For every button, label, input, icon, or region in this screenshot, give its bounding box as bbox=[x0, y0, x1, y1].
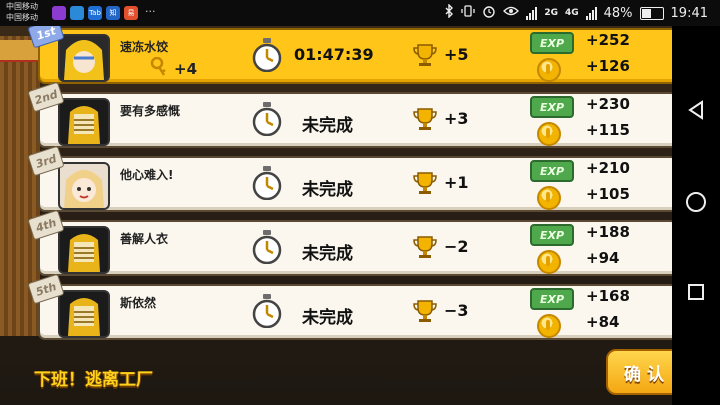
result-row: 3rd 他心难入! 未完成 +1 EXP +210 +105 bbox=[27, 145, 672, 212]
network-type-1: 2G bbox=[544, 7, 558, 18]
stopwatch-icon bbox=[252, 38, 282, 73]
trophy-icon bbox=[412, 106, 438, 132]
level-title: 下班！逃离工厂 bbox=[34, 370, 153, 390]
status-bar: 中国移动 中国移动 Tab 知 易 ··· 2G 4G 48% 19:41 bbox=[0, 0, 720, 26]
completion-status: 未完成 bbox=[302, 308, 353, 328]
exp-gain: +230 bbox=[586, 95, 630, 113]
player-name: 斯依然 bbox=[120, 296, 157, 310]
trophy-change: −3 bbox=[444, 301, 469, 320]
network-type-2: 4G bbox=[564, 7, 579, 18]
key-count: +4 bbox=[174, 60, 198, 78]
exp-badge: EXP bbox=[530, 288, 574, 310]
exp-gain: +168 bbox=[586, 287, 630, 305]
player-avatar bbox=[58, 34, 110, 82]
coin-icon bbox=[537, 314, 561, 338]
clear-time: 01:47:39 bbox=[294, 45, 374, 64]
trophy-icon bbox=[412, 170, 438, 196]
eye-icon bbox=[503, 5, 520, 21]
home-button[interactable] bbox=[684, 190, 708, 214]
signal-icon-1 bbox=[526, 6, 538, 20]
player-avatar bbox=[58, 162, 110, 210]
exp-badge: EXP bbox=[530, 96, 574, 118]
trophy-icon bbox=[412, 42, 438, 68]
exp-badge: EXP bbox=[530, 32, 574, 54]
app-icon-4: 知 bbox=[106, 6, 120, 20]
game-result-screen: 1st 速冻水饺 +4 01:47:39 +5 EXP +252 +126 2n… bbox=[0, 26, 672, 405]
coin-gain: +115 bbox=[586, 121, 630, 139]
coin-icon bbox=[537, 250, 561, 274]
carrier-1: 中国移动 bbox=[6, 2, 38, 11]
player-name: 他心难入! bbox=[120, 168, 174, 182]
carrier-2: 中国移动 bbox=[6, 13, 38, 22]
player-avatar bbox=[58, 290, 110, 338]
coin-gain: +105 bbox=[586, 185, 630, 203]
trophy-change: −2 bbox=[444, 237, 469, 256]
clock: 19:41 bbox=[670, 5, 708, 21]
exp-badge: EXP bbox=[530, 224, 574, 246]
notification-icons: Tab 知 易 ··· bbox=[52, 6, 156, 20]
stopwatch-icon bbox=[252, 294, 282, 329]
battery-icon bbox=[639, 6, 664, 20]
exp-gain: +252 bbox=[586, 31, 630, 49]
system-indicators: 2G 4G 48% 19:41 bbox=[444, 3, 708, 22]
coin-icon bbox=[537, 122, 561, 146]
signal-icon-2 bbox=[585, 6, 597, 20]
trophy-icon bbox=[412, 234, 438, 260]
recent-apps-button[interactable] bbox=[684, 280, 708, 304]
coin-gain: +84 bbox=[586, 313, 620, 331]
coin-icon bbox=[537, 58, 561, 82]
player-avatar bbox=[58, 98, 110, 146]
result-row: 5th 斯依然 未完成 −3 EXP +168 +84 bbox=[27, 273, 672, 340]
stopwatch-icon bbox=[252, 102, 282, 137]
more-notifications: ··· bbox=[145, 5, 156, 18]
exp-gain: +210 bbox=[586, 159, 630, 177]
vibrate-icon bbox=[461, 4, 475, 22]
result-row: 2nd 要有多感慨 未完成 +3 EXP +230 +115 bbox=[27, 81, 672, 148]
key-icon bbox=[150, 56, 168, 81]
completion-status: 未完成 bbox=[302, 244, 353, 264]
trophy-change: +1 bbox=[444, 173, 469, 192]
player-avatar bbox=[58, 226, 110, 274]
player-name: 速冻水饺 bbox=[120, 40, 169, 54]
completion-status: 未完成 bbox=[302, 180, 353, 200]
back-button[interactable] bbox=[684, 98, 708, 122]
coin-icon bbox=[537, 186, 561, 210]
app-icon-3: Tab bbox=[88, 6, 102, 20]
bluetooth-icon bbox=[444, 3, 454, 22]
player-name: 善解人衣 bbox=[120, 232, 169, 246]
stopwatch-icon bbox=[252, 166, 282, 201]
completion-status: 未完成 bbox=[302, 116, 353, 136]
battery-percent: 48% bbox=[603, 5, 633, 21]
navigation-bar bbox=[672, 26, 720, 405]
trophy-change: +3 bbox=[444, 109, 469, 128]
alarm-icon bbox=[482, 4, 496, 22]
trophy-icon bbox=[412, 298, 438, 324]
app-icon-1 bbox=[52, 6, 66, 20]
app-icon-2 bbox=[70, 6, 84, 20]
stopwatch-icon bbox=[252, 230, 282, 265]
key-reward: +4 bbox=[150, 56, 198, 81]
player-name: 要有多感慨 bbox=[120, 104, 181, 118]
exp-badge: EXP bbox=[530, 160, 574, 182]
result-row: 1st 速冻水饺 +4 01:47:39 +5 EXP +252 +126 bbox=[27, 26, 672, 84]
confirm-button[interactable]: 确认 bbox=[606, 349, 672, 395]
coin-gain: +126 bbox=[586, 57, 630, 75]
result-row: 4th 善解人衣 未完成 −2 EXP +188 +94 bbox=[27, 209, 672, 276]
app-icon-5: 易 bbox=[124, 6, 138, 20]
trophy-change: +5 bbox=[444, 45, 469, 64]
coin-gain: +94 bbox=[586, 249, 620, 267]
exp-gain: +188 bbox=[586, 223, 630, 241]
